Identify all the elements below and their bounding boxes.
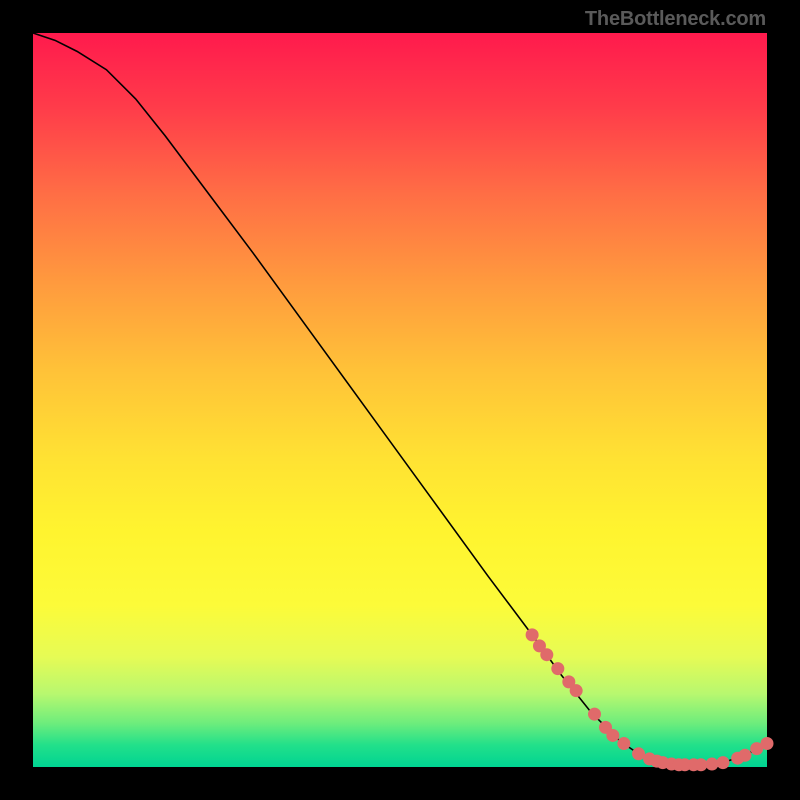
data-point (705, 758, 718, 771)
data-point (588, 708, 601, 721)
chart-svg (33, 33, 767, 767)
data-point (540, 648, 553, 661)
data-point (606, 729, 619, 742)
data-point (551, 662, 564, 675)
data-point (738, 749, 751, 762)
plot-area (33, 33, 767, 767)
watermark-text: TheBottleneck.com (585, 8, 766, 31)
highlighted-dots (526, 628, 774, 771)
chart-stage: TheBottleneck.com (0, 0, 800, 800)
data-point (570, 684, 583, 697)
data-point (716, 756, 729, 769)
data-point (526, 628, 539, 641)
data-point (617, 737, 630, 750)
data-point (694, 758, 707, 771)
data-point (761, 737, 774, 750)
bottleneck-curve (33, 33, 767, 765)
